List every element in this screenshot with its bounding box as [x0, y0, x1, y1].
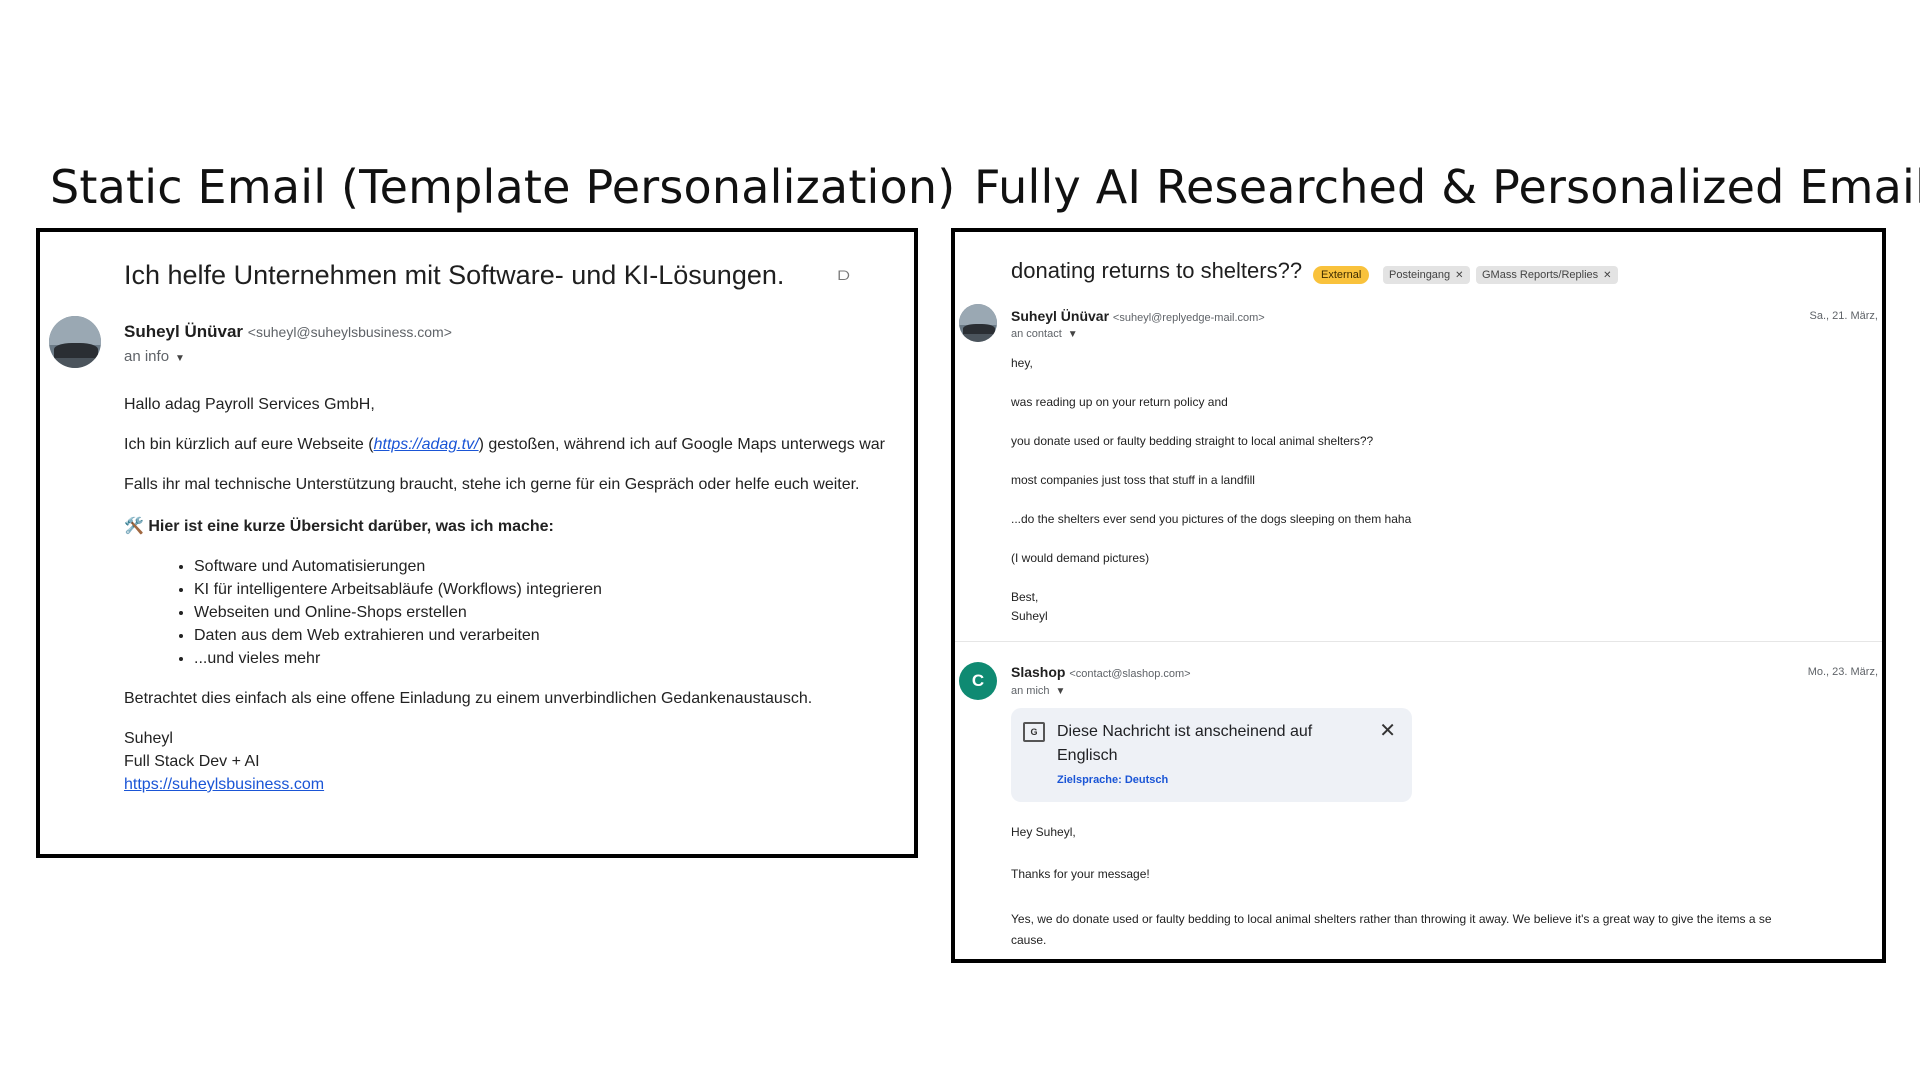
sender-line: Suheyl Ünüvar <suheyl@suheylsbusiness.co…	[124, 322, 452, 342]
sign-off: Best,	[1011, 590, 1039, 604]
sender-email: <contact@slashop.com>	[1069, 668, 1191, 680]
recipient-line[interactable]: an info ▼	[124, 348, 185, 365]
recipient-line[interactable]: an mich ▼	[1011, 685, 1065, 697]
email-subject: donating returns to shelters??	[1011, 258, 1303, 283]
reply-thanks: Thanks for your message!	[1011, 867, 1150, 881]
chevron-down-icon[interactable]: ▼	[1056, 686, 1066, 697]
signature-name: Suheyl	[124, 730, 173, 747]
list-item: KI für intelligentere Arbeitsabläufe (Wo…	[194, 581, 914, 599]
list-item: ...und vieles mehr	[194, 650, 914, 668]
translate-notice: Diese Nachricht ist anscheinend auf Engl…	[1057, 723, 1313, 764]
sender-email: <suheyl@replyedge-mail.com>	[1112, 312, 1265, 324]
offer-paragraph: Falls ihr mal technische Unterstützung b…	[124, 476, 860, 493]
list-item: Webseiten und Online-Shops erstellen	[194, 604, 914, 622]
sender-line: Suheyl Ünüvar <suheyl@replyedge-mail.com…	[1011, 308, 1265, 324]
left-heading: Static Email (Template Personalization)	[50, 160, 956, 214]
sender-name[interactable]: Suheyl Ünüvar	[124, 322, 243, 341]
signature-name: Suheyl	[1011, 609, 1048, 623]
list-item: Daten aus dem Web extrahieren und verarb…	[194, 627, 914, 645]
reply-body: Hey Suheyl, Thanks for your message! Yes…	[1011, 825, 1772, 951]
list-item: Software und Automatisierungen	[194, 558, 914, 576]
signature-title: Full Stack Dev + AI	[124, 753, 260, 770]
reply-line: Yes, we do donate used or faulty bedding…	[1011, 912, 1772, 926]
comparison-page: Static Email (Template Personalization) …	[0, 0, 1920, 1080]
external-badge: External	[1313, 266, 1370, 284]
sender-name[interactable]: Suheyl Ünüvar	[1011, 308, 1109, 324]
avatar[interactable]: C	[959, 662, 997, 700]
recipient-line[interactable]: an contact ▼	[1011, 328, 1078, 340]
body-line: was reading up on your return policy and	[1011, 395, 1228, 409]
recipient-label: an contact	[1011, 328, 1062, 340]
sender-name[interactable]: Slashop	[1011, 664, 1065, 680]
label-arrow-icon[interactable]: ⫐	[838, 264, 850, 287]
sender-avatar[interactable]	[49, 316, 101, 368]
ai-email-panel: donating returns to shelters?? External …	[951, 228, 1886, 963]
intro-paragraph: Ich bin kürzlich auf eure Webseite (http…	[124, 436, 885, 453]
reply-line: cause.	[1011, 933, 1047, 947]
body-line: most companies just toss that stuff in a…	[1011, 473, 1255, 487]
right-heading: Fully AI Researched & Personalized Email	[974, 160, 1920, 214]
translate-target-link[interactable]: Zielsprache: Deutsch	[1057, 774, 1168, 786]
closing-paragraph: Betrachtet dies einfach als eine offene …	[124, 690, 813, 707]
email-subject: Ich helfe Unternehmen mit Software- und …	[124, 260, 785, 290]
label-inbox[interactable]: Posteingang ✕	[1383, 266, 1470, 284]
services-list: Software und Automatisierungen KI für in…	[124, 558, 914, 668]
overview-heading: 🛠️ Hier ist eine kurze Übersicht darüber…	[124, 518, 554, 535]
translate-icon: G	[1023, 722, 1045, 742]
signature-link[interactable]: https://suheylsbusiness.com	[124, 776, 324, 793]
sender-email: <suheyl@suheylsbusiness.com>	[247, 324, 452, 340]
static-email-panel: Ich helfe Unternehmen mit Software- und …	[36, 228, 918, 858]
greeting: Hallo adag Payroll Services GmbH,	[124, 396, 375, 413]
tools-icon: 🛠️	[124, 518, 144, 535]
label-gmass[interactable]: GMass Reports/Replies ✕	[1476, 266, 1618, 284]
close-icon[interactable]: ✕	[1455, 270, 1463, 281]
email-body: Hallo adag Payroll Services GmbH, Ich bi…	[124, 396, 914, 799]
body-line: (I would demand pictures)	[1011, 551, 1150, 565]
website-link[interactable]: https://adag.tv/	[374, 436, 479, 453]
body-line: ...do the shelters ever send you picture…	[1011, 512, 1412, 526]
message-body: hey, was reading up on your return polic…	[1011, 356, 1411, 628]
close-icon[interactable]: ✕	[1379, 718, 1396, 743]
body-line: hey,	[1011, 356, 1033, 370]
translate-banner: G Diese Nachricht ist anscheinend auf En…	[1011, 708, 1412, 802]
close-icon[interactable]: ✕	[1603, 270, 1611, 281]
message-divider	[955, 641, 1882, 642]
recipient-label: an info	[124, 348, 170, 365]
recipient-label: an mich	[1011, 685, 1050, 697]
chevron-down-icon[interactable]: ▼	[1068, 329, 1078, 340]
sender-line: Slashop <contact@slashop.com>	[1011, 664, 1191, 680]
reply-greeting: Hey Suheyl,	[1011, 825, 1076, 839]
signature: Best, Suheyl	[1011, 590, 1411, 623]
sender-avatar[interactable]	[959, 304, 997, 342]
signature: Suheyl Full Stack Dev + AI https://suhey…	[124, 730, 914, 794]
body-line: you donate used or faulty bedding straig…	[1011, 434, 1374, 448]
message-date: Sa., 21. März,	[1809, 310, 1878, 322]
chevron-down-icon[interactable]: ▼	[175, 353, 185, 364]
message-date: Mo., 23. März,	[1807, 666, 1878, 678]
